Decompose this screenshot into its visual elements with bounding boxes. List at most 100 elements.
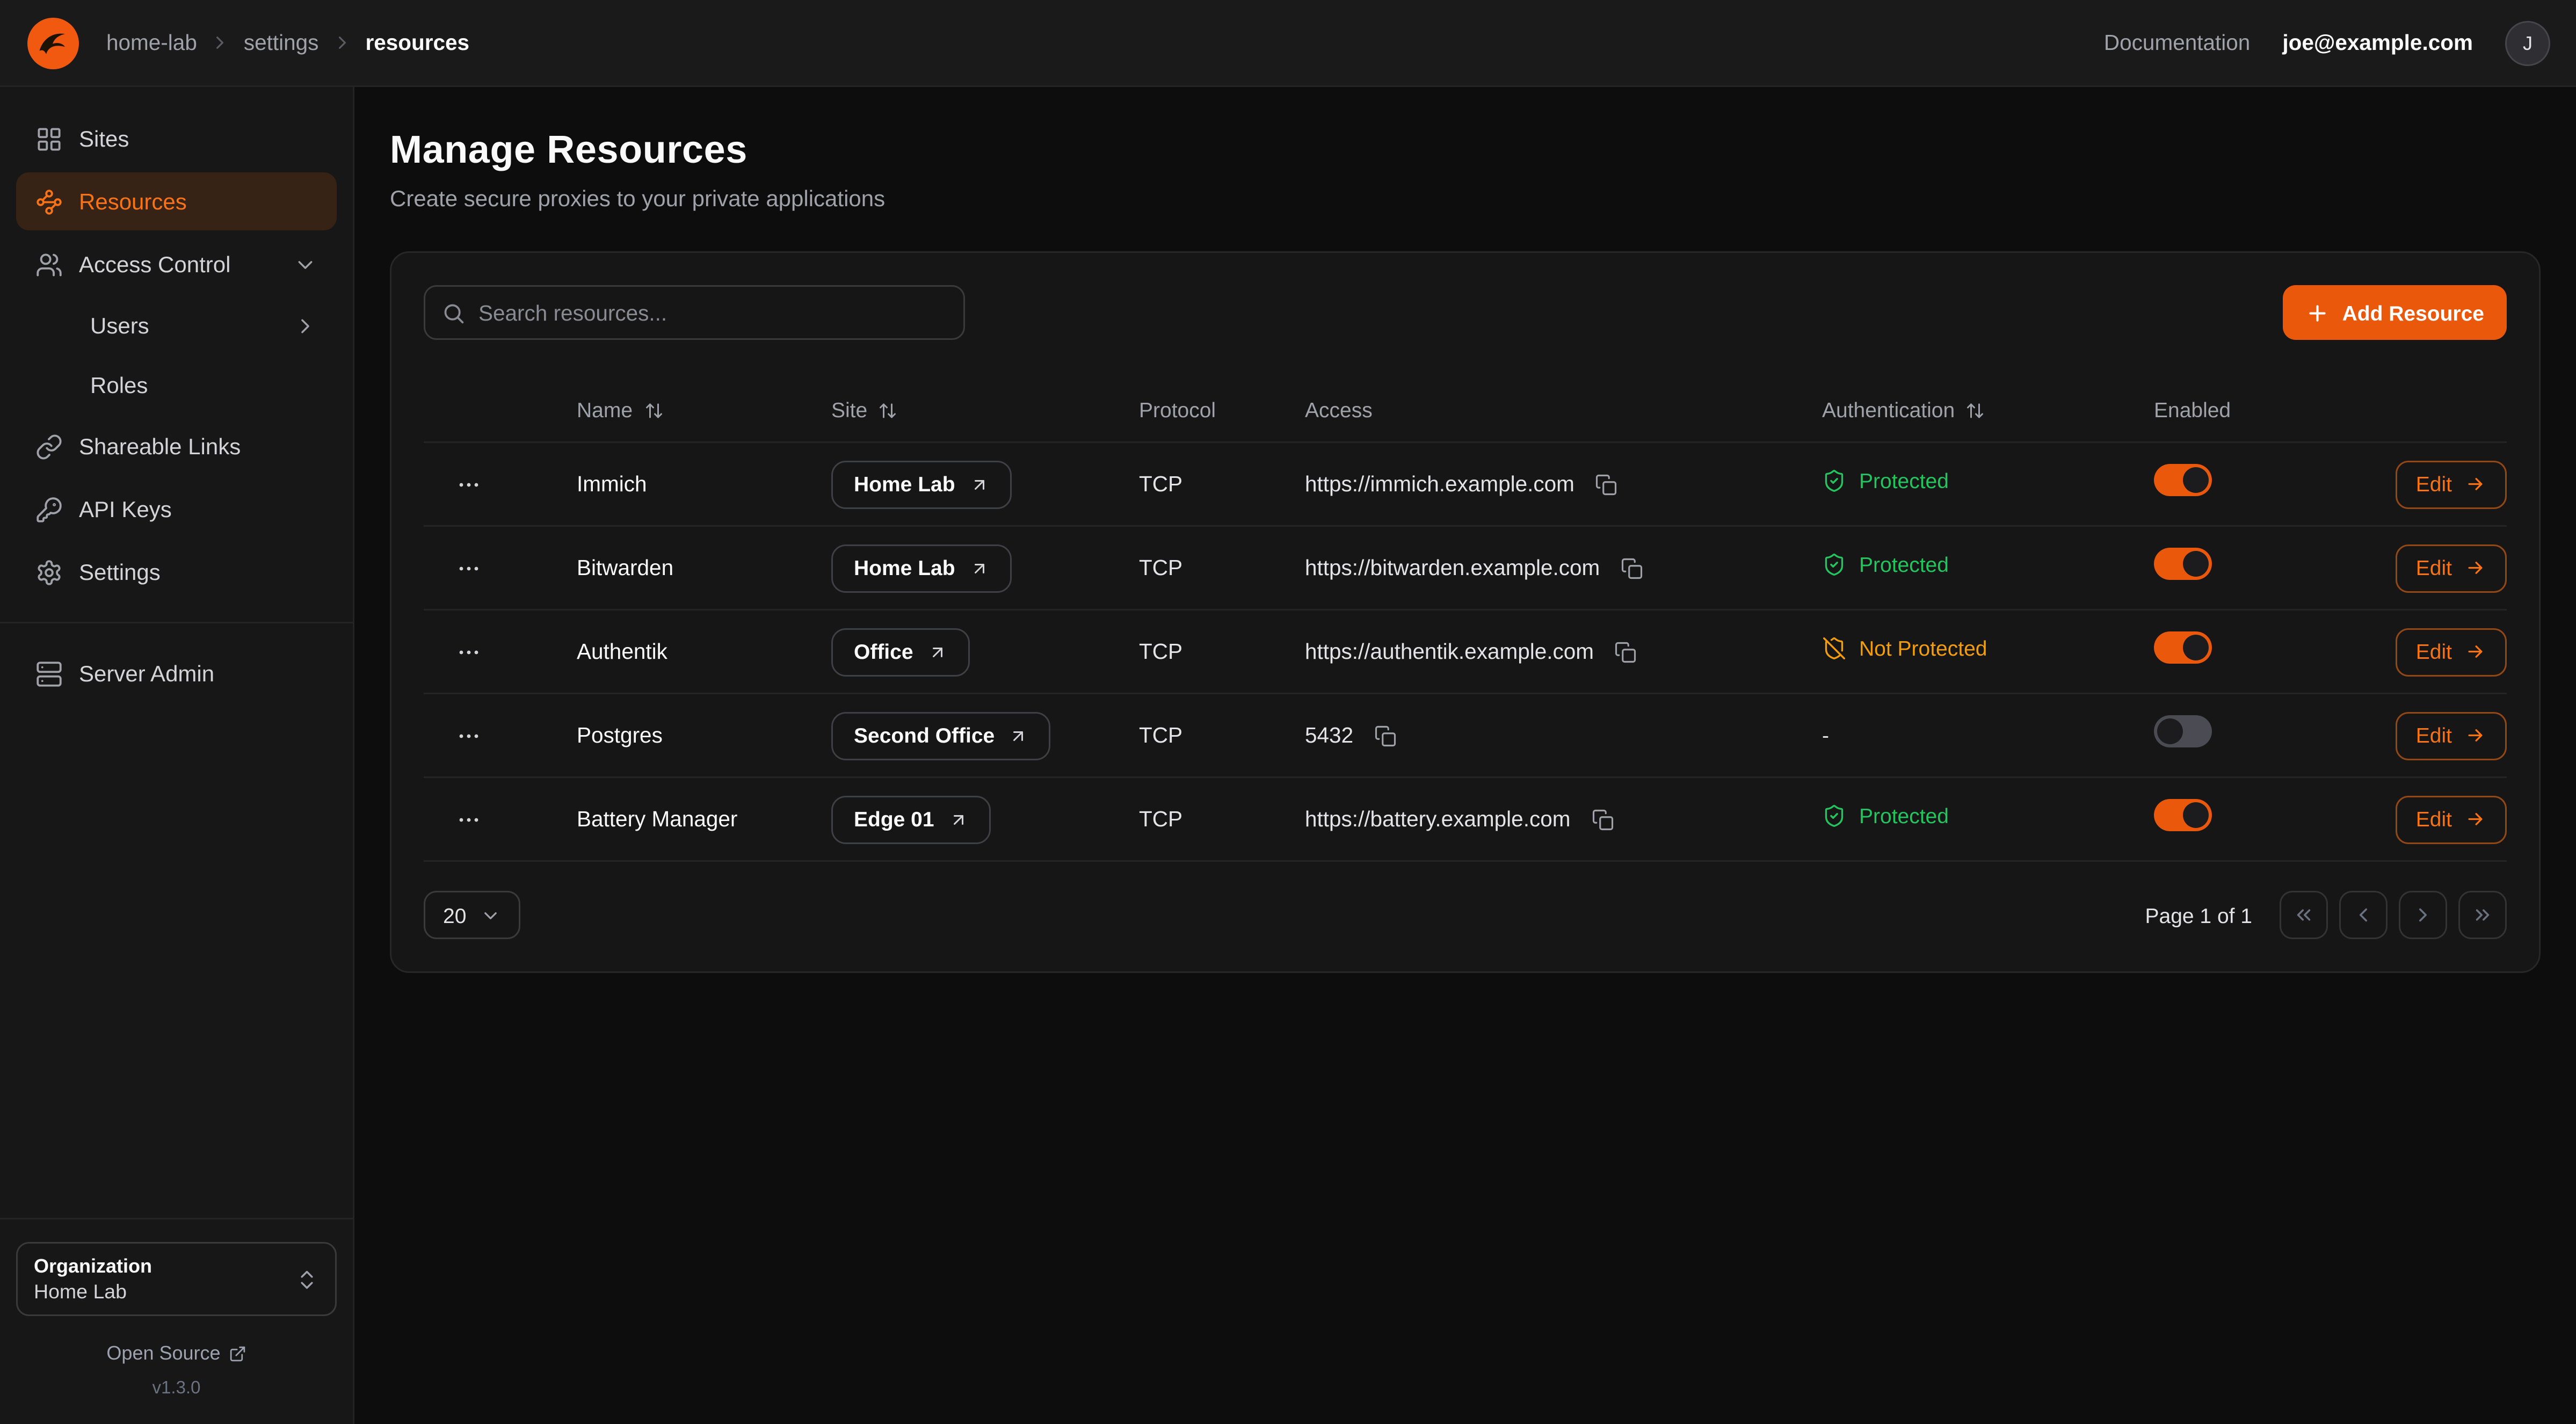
resource-name: Battery Manager: [577, 807, 831, 831]
toggle-knob: [2157, 718, 2183, 744]
sidebar-item-users[interactable]: Users: [16, 298, 337, 353]
enabled-toggle[interactable]: [2154, 631, 2212, 664]
sidebar-item-access-control[interactable]: Access Control: [16, 235, 337, 293]
copy-button[interactable]: [1371, 721, 1400, 750]
app-root: home-lab settings resources Documentatio…: [0, 0, 2576, 1424]
toggle-knob: [2183, 802, 2209, 828]
app-logo[interactable]: [26, 16, 81, 70]
copy-button[interactable]: [1612, 637, 1641, 666]
enabled-toggle[interactable]: [2154, 799, 2212, 831]
sort-icon: [1966, 401, 1985, 420]
breadcrumb: home-lab settings resources: [106, 31, 469, 55]
copy-button[interactable]: [1588, 805, 1617, 834]
sidebar-item-sites[interactable]: Sites: [16, 110, 337, 168]
column-header-site[interactable]: Site: [831, 398, 1139, 422]
sort-icon: [879, 401, 898, 420]
sidebar-item-label: Settings: [79, 559, 161, 585]
search-box: [424, 285, 965, 340]
breadcrumb-org[interactable]: home-lab: [106, 31, 197, 55]
access-url: https://authentik.example.com: [1305, 640, 1594, 664]
sidebar-item-settings[interactable]: Settings: [16, 543, 337, 601]
next-page-button[interactable]: [2399, 891, 2447, 939]
copy-icon: [1615, 641, 1637, 663]
search-input[interactable]: [478, 301, 947, 325]
auth-status: Protected: [1822, 803, 1949, 827]
column-header-access: Access: [1305, 398, 1822, 422]
gear-icon: [35, 558, 63, 586]
arrow-right-icon: [2465, 809, 2486, 830]
auth-status-label: Protected: [1859, 552, 1949, 576]
sidebar-item-resources[interactable]: Resources: [16, 172, 337, 230]
edit-button[interactable]: Edit: [2395, 795, 2507, 844]
previous-page-button[interactable]: [2339, 891, 2388, 939]
edit-button[interactable]: Edit: [2395, 628, 2507, 676]
edit-button[interactable]: Edit: [2395, 711, 2507, 760]
site-link[interactable]: Home Lab: [831, 544, 1012, 592]
row-menu-button[interactable]: [449, 465, 488, 504]
row-menu-button[interactable]: [449, 549, 488, 587]
site-link[interactable]: Edge 01: [831, 795, 991, 844]
shield-off-icon: [1822, 636, 1846, 660]
sidebar-nav: Sites Resources Access Control Users: [16, 110, 337, 702]
breadcrumb-settings[interactable]: settings: [244, 31, 319, 55]
arrow-up-right-icon: [1009, 726, 1028, 745]
toggle-knob: [2183, 551, 2209, 577]
chevrons-right-icon: [2471, 904, 2494, 926]
table-row: Authentik Office TCP https://authentik.e…: [424, 611, 2507, 694]
more-horizontal-icon: [456, 471, 482, 497]
protocol-value: TCP: [1139, 556, 1305, 580]
arrow-right-icon: [2465, 474, 2486, 495]
topbar-right: Documentation joe@example.com J: [2104, 20, 2550, 66]
auth-status: Protected: [1822, 468, 1949, 492]
open-source-link[interactable]: Open Source: [16, 1342, 337, 1364]
page-size-select[interactable]: 20: [424, 891, 521, 939]
add-resource-button[interactable]: Add Resource: [2283, 285, 2507, 340]
protocol-value: TCP: [1139, 807, 1305, 831]
row-menu-button[interactable]: [449, 633, 488, 671]
edit-button[interactable]: Edit: [2395, 460, 2507, 508]
shield-check-icon: [1822, 468, 1846, 492]
site-link[interactable]: Office: [831, 628, 970, 676]
grid-icon: [35, 125, 63, 152]
first-page-button[interactable]: [2280, 891, 2328, 939]
site-link[interactable]: Home Lab: [831, 460, 1012, 508]
sidebar-item-server-admin[interactable]: Server Admin: [16, 644, 337, 702]
access-url: https://battery.example.com: [1305, 807, 1570, 831]
open-source-label: Open Source: [106, 1342, 220, 1364]
chevron-down-icon: [293, 252, 317, 277]
server-icon: [35, 660, 63, 687]
enabled-toggle[interactable]: [2154, 548, 2212, 580]
row-menu-button[interactable]: [449, 716, 488, 755]
copy-icon: [1591, 808, 1614, 831]
sidebar-item-label: Shareable Links: [79, 433, 241, 459]
copy-button[interactable]: [1617, 554, 1646, 583]
enabled-toggle[interactable]: [2154, 715, 2212, 747]
sidebar-bottom: Organization Home Lab Open Source v1.3.0: [16, 1218, 337, 1398]
column-header-authentication[interactable]: Authentication: [1822, 398, 2154, 422]
copy-button[interactable]: [1592, 470, 1621, 499]
auth-status: -: [1822, 723, 1829, 747]
avatar[interactable]: J: [2505, 20, 2550, 66]
sidebar-item-roles[interactable]: Roles: [16, 358, 337, 412]
pager: Page 1 of 1: [2145, 891, 2507, 939]
protocol-value: TCP: [1139, 640, 1305, 664]
arrow-up-right-icon: [928, 642, 947, 662]
arrow-right-icon: [2465, 725, 2486, 746]
version-label: v1.3.0: [16, 1379, 337, 1398]
breadcrumb-current: resources: [365, 31, 469, 55]
site-link[interactable]: Second Office: [831, 711, 1051, 760]
organization-label: Organization: [34, 1255, 152, 1277]
organization-selector[interactable]: Organization Home Lab: [16, 1242, 337, 1316]
auth-status-label: Protected: [1859, 468, 1949, 492]
sidebar-item-api-keys[interactable]: API Keys: [16, 480, 337, 538]
search-icon: [441, 301, 466, 325]
enabled-toggle[interactable]: [2154, 464, 2212, 496]
waypoints-icon: [35, 188, 63, 215]
last-page-button[interactable]: [2458, 891, 2507, 939]
row-menu-button[interactable]: [449, 800, 488, 839]
documentation-link[interactable]: Documentation: [2104, 31, 2250, 55]
sidebar-item-shareable-links[interactable]: Shareable Links: [16, 417, 337, 475]
access-url: 5432: [1305, 723, 1353, 747]
column-header-name[interactable]: Name: [577, 398, 831, 422]
edit-button[interactable]: Edit: [2395, 544, 2507, 592]
